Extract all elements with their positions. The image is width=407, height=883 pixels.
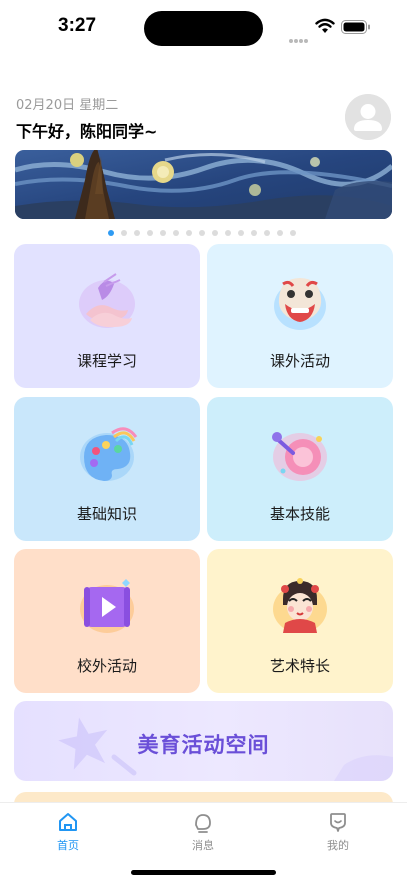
carousel-dot[interactable]: [147, 230, 153, 236]
aesthetic-activity-banner[interactable]: 美育活动空间: [14, 701, 393, 781]
dynamic-island: [144, 11, 263, 46]
carousel-dot[interactable]: [212, 230, 218, 236]
battery-icon: [341, 20, 370, 34]
card-label: 艺术特长: [269, 657, 330, 675]
card-off-campus[interactable]: 校外活动: [14, 549, 200, 693]
tab-label: 我的: [327, 839, 349, 852]
tab-label: 消息: [192, 839, 214, 852]
paint-palette-icon: [80, 427, 138, 481]
video-play-icon: [80, 579, 134, 633]
carousel-dot[interactable]: [264, 230, 270, 236]
carousel-dot[interactable]: [173, 230, 179, 236]
card-art-specialty[interactable]: 艺术特长: [207, 549, 393, 693]
tab-label: 首页: [57, 839, 79, 852]
profile-icon: [330, 813, 346, 832]
carousel-dot[interactable]: [238, 230, 244, 236]
carousel-dot[interactable]: [108, 230, 114, 236]
card-basic-skills[interactable]: 基本技能: [207, 397, 393, 541]
carousel-dot[interactable]: [160, 230, 166, 236]
card-label: 校外活动: [76, 657, 137, 675]
tab-home[interactable]: 首页: [38, 811, 98, 857]
banner-carousel[interactable]: [15, 150, 392, 219]
status-time: 3:27: [58, 15, 97, 36]
starry-night-painting: [15, 150, 392, 219]
opera-mask-icon: [273, 578, 327, 633]
tab-messages[interactable]: 消息: [173, 811, 233, 857]
signal-icon: [289, 28, 311, 43]
card-basic-knowledge[interactable]: 基础知识: [14, 397, 200, 541]
carousel-indicator: [108, 230, 296, 236]
wifi-icon: [315, 18, 335, 33]
carousel-dot[interactable]: [251, 230, 257, 236]
tab-profile[interactable]: 我的: [308, 811, 368, 857]
avatar[interactable]: [345, 94, 391, 140]
home-indicator: [131, 870, 276, 875]
carousel-dot[interactable]: [121, 230, 127, 236]
greeting-text: 下午好，陈阳同学~: [16, 122, 158, 141]
ballet-shoes-icon: [79, 273, 135, 328]
carousel-dot[interactable]: [225, 230, 231, 236]
date-label: 02月20日 星期二: [16, 98, 119, 113]
carousel-dot[interactable]: [134, 230, 140, 236]
status-bar: 3:27: [0, 0, 407, 56]
message-icon: [195, 814, 211, 833]
promo-title: 美育活动空间: [137, 733, 270, 757]
home-icon: [59, 813, 77, 831]
carousel-dot[interactable]: [290, 230, 296, 236]
card-course-study[interactable]: 课程学习: [14, 244, 200, 388]
avatar-placeholder-icon: [345, 94, 391, 140]
card-label: 课外活动: [269, 352, 330, 370]
carousel-dot[interactable]: [277, 230, 283, 236]
music-instrument-icon: [272, 432, 327, 481]
card-extracurricular[interactable]: 课外活动: [207, 244, 393, 388]
carousel-dot[interactable]: [199, 230, 205, 236]
card-label: 课程学习: [76, 352, 137, 370]
lion-dance-icon: [274, 278, 326, 330]
card-label: 基本技能: [269, 505, 330, 523]
carousel-dot[interactable]: [186, 230, 192, 236]
card-label: 基础知识: [76, 505, 137, 523]
